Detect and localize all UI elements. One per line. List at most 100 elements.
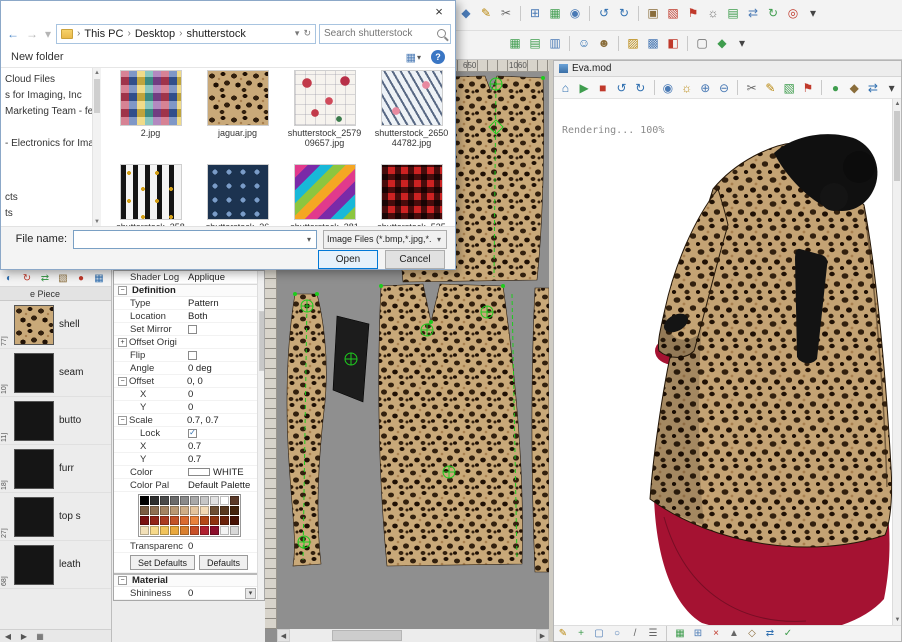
property-row-shader[interactable]: Shader Log Applique <box>114 271 264 284</box>
property-value[interactable]: 0 <box>188 389 264 400</box>
properties-scrollbar[interactable] <box>257 271 264 600</box>
refresh-icon[interactable]: ↻ <box>303 28 311 39</box>
property-row-offset-y[interactable]: Y 0 <box>114 401 264 414</box>
ruler-icon[interactable]: ◆ <box>457 4 475 22</box>
palette-swatch[interactable] <box>140 506 149 515</box>
property-row-transparency[interactable]: Transparenc 0 <box>114 540 264 553</box>
nav-pane-item[interactable]: Marketing Team - feature i <box>1 104 101 120</box>
palette-swatch[interactable] <box>170 516 179 525</box>
pattern-piece-partial[interactable] <box>532 288 549 572</box>
palette-swatch[interactable] <box>190 506 199 515</box>
palette-swatch[interactable] <box>230 516 239 525</box>
render-icon[interactable]: ● <box>827 79 844 97</box>
fabric-piece-icon[interactable]: ▧ <box>55 271 71 286</box>
rect-tool-icon[interactable]: ▢ <box>591 627 607 641</box>
cancel-button[interactable]: Cancel <box>385 250 445 269</box>
texture-3d-icon[interactable]: ▧ <box>781 79 798 97</box>
file-type-select[interactable]: Image Files (*.bmp,*.jpg,*.png, ▾ <box>323 230 447 249</box>
zoom-3d-icon[interactable]: ◉ <box>660 79 677 97</box>
diamond-tool-icon[interactable]: ◆ <box>713 34 731 52</box>
file-name-dropdown-icon[interactable]: ▾ <box>302 235 316 244</box>
more-3d-icon[interactable]: ▾ <box>883 79 900 97</box>
palette-swatch[interactable] <box>160 516 169 525</box>
texture-icon[interactable]: ▩ <box>644 34 662 52</box>
piece-row[interactable]: 11] butto <box>0 397 111 445</box>
horizontal-scrollbar-2d[interactable]: ◀ ▶ <box>277 629 549 642</box>
zoom-out-icon[interactable]: ⊖ <box>716 79 733 97</box>
piece-row[interactable]: 77] shell <box>0 301 111 349</box>
undo-icon[interactable]: ↺ <box>595 4 613 22</box>
undo-3d-icon[interactable]: ↺ <box>613 79 630 97</box>
section-material[interactable]: − Material <box>114 573 264 587</box>
flag-3d-icon[interactable]: ⚑ <box>799 79 816 97</box>
file-tile[interactable]: jaguar.jpg <box>196 70 279 164</box>
set-mirror-checkbox[interactable] <box>188 325 197 334</box>
scroll-right-icon[interactable]: ▶ <box>17 630 31 642</box>
model-3d-titlebar[interactable]: Eva.mod <box>554 61 901 77</box>
camera-icon[interactable]: ◆ <box>846 79 863 97</box>
palette-swatch[interactable] <box>160 506 169 515</box>
set-defaults-button[interactable]: Set Defaults <box>130 555 195 570</box>
property-row-offset-origin[interactable]: + Offset Origi <box>114 336 264 349</box>
property-row-type[interactable]: Type Pattern <box>114 297 264 310</box>
swatch-icon[interactable]: ◧ <box>664 34 682 52</box>
palette-swatch[interactable] <box>230 496 239 505</box>
grid-bottom-icon[interactable]: ▦ <box>672 627 688 641</box>
scroll-thumb[interactable] <box>94 79 100 113</box>
scroll-left-icon[interactable]: ◀ <box>1 630 15 642</box>
palette-swatch[interactable] <box>180 506 189 515</box>
palette-swatch[interactable] <box>210 496 219 505</box>
forward-icon[interactable]: → <box>24 26 40 42</box>
size-table-icon[interactable]: ▦ <box>506 34 524 52</box>
property-value[interactable]: 0.7, 0.7 <box>187 415 264 426</box>
list-icon[interactable]: ☰ <box>645 627 661 641</box>
swap-icon[interactable]: ⇄ <box>762 627 778 641</box>
mirror-icon[interactable]: ⇄ <box>744 4 762 22</box>
property-value[interactable]: 0 <box>188 588 193 599</box>
property-value[interactable]: Both <box>188 311 264 322</box>
palette-swatch[interactable] <box>210 506 219 515</box>
property-value[interactable]: 0 <box>188 402 264 413</box>
file-tile[interactable]: shutterstock_265044782.jpg <box>370 70 453 164</box>
light-icon[interactable]: ☼ <box>678 79 695 97</box>
add-point-icon[interactable]: + <box>573 627 589 641</box>
file-tile[interactable]: shutterstock_257909657.jpg <box>283 70 366 164</box>
apply-icon[interactable]: ✓ <box>780 627 796 641</box>
select-piece-icon[interactable]: ◐ <box>1 271 17 286</box>
file-name-combo[interactable]: ▾ <box>73 230 317 249</box>
color-piece-icon[interactable]: ● <box>73 271 89 286</box>
palette-swatch[interactable] <box>160 526 169 535</box>
grade-table-icon[interactable]: ▤ <box>526 34 544 52</box>
property-row-scale-x[interactable]: X 0.7 <box>114 440 264 453</box>
nav-pane-item[interactable]: ts <box>1 206 101 222</box>
property-value[interactable]: Applique <box>188 272 264 283</box>
palette-swatch[interactable] <box>200 516 209 525</box>
file-tile[interactable]: shutterstock_36 <box>196 164 279 226</box>
collapse-icon[interactable]: − <box>118 377 127 386</box>
palette-swatch[interactable] <box>140 496 149 505</box>
close-icon[interactable]: × <box>425 2 453 20</box>
flag-icon[interactable]: ⚑ <box>684 4 702 22</box>
rotate-icon[interactable]: ↻ <box>764 4 782 22</box>
spec-table-icon[interactable]: ▥ <box>546 34 564 52</box>
table-icon[interactable]: ▦ <box>546 4 564 22</box>
palette-swatch[interactable] <box>140 526 149 535</box>
palette-swatch[interactable] <box>160 496 169 505</box>
up-tool-icon[interactable]: ▲ <box>726 627 742 641</box>
rotate-piece-icon[interactable]: ↻ <box>19 271 35 286</box>
chart-icon[interactable]: ▤ <box>724 4 742 22</box>
grid-icon[interactable]: ⊞ <box>526 4 544 22</box>
palette-swatch[interactable] <box>170 526 179 535</box>
new-folder-button[interactable]: New folder <box>11 51 64 63</box>
history-dropdown-icon[interactable]: ▾ <box>43 26 53 42</box>
vertical-scrollbar-3d[interactable]: ▲ ▼ <box>892 99 901 625</box>
fabric-icon[interactable]: ▨ <box>624 34 642 52</box>
breadcrumb-shutterstock[interactable]: shutterstock <box>187 28 246 40</box>
breadcrumb-this-pc[interactable]: This PC <box>84 28 123 40</box>
property-value[interactable]: Default Palette <box>188 480 264 491</box>
palette-swatch[interactable] <box>150 526 159 535</box>
file-name-input[interactable] <box>74 234 302 245</box>
scroll-up-button[interactable]: ▲ <box>893 99 902 109</box>
property-value[interactable]: Pattern <box>188 298 264 309</box>
more-tools-icon[interactable]: ▾ <box>804 4 822 22</box>
